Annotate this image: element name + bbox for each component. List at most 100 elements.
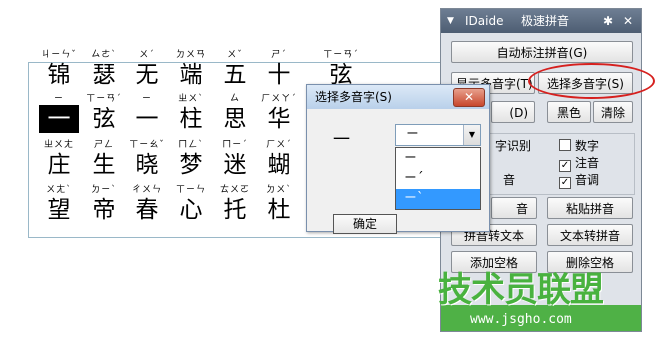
hanzi[interactable]: 梦	[171, 151, 211, 179]
zhuyin-label: ㄇㄧˊ	[222, 140, 248, 150]
zhuyin-label: ㄧ	[53, 94, 64, 104]
dialog-title: 选择多音字(S)	[315, 90, 392, 104]
highlight-circle	[528, 63, 655, 99]
zhuyin-label: ㄇㄥˋ	[178, 140, 204, 150]
triangle-down-icon[interactable]: ▼	[447, 9, 454, 33]
char-cell[interactable]: ㄨˊ 无	[127, 49, 167, 89]
partial-button[interactable]: (D)	[491, 101, 535, 123]
char-cell[interactable]: ㄙㄜˋ 瑟	[84, 49, 124, 89]
ok-button[interactable]: 确定	[333, 214, 397, 234]
palette-titlebar[interactable]: ▼ IDaide 极速拼音 ✱ ✕	[441, 9, 641, 33]
gear-icon[interactable]: ✱	[603, 9, 613, 33]
hanzi[interactable]: 帝	[84, 196, 124, 224]
char-cell[interactable]: ㄊㄨㄛ托	[215, 184, 255, 224]
hanzi[interactable]: 柱	[171, 105, 211, 133]
close-icon[interactable]: ✕	[623, 9, 633, 33]
zhuyin-label: ㄉㄧˋ	[91, 185, 117, 195]
combo-value: ㄧ	[406, 127, 420, 142]
hanzi[interactable]: 弦	[84, 105, 124, 133]
clear-button[interactable]: 清除	[593, 101, 633, 123]
tone-checkbox[interactable]: ✓ 音调	[559, 171, 599, 189]
paste-pinyin-button[interactable]: 粘贴拼音	[547, 197, 633, 219]
hanzi[interactable]: 迷	[215, 151, 255, 179]
chevron-down-icon[interactable]: ▼	[463, 125, 480, 145]
selected-hanzi[interactable]: 一	[39, 105, 79, 133]
hanzi[interactable]: 瑟	[84, 61, 124, 89]
watermark-logo: 技术员联盟	[438, 270, 604, 310]
auto-annotate-button[interactable]: 自动标注拼音(G)	[451, 41, 633, 63]
char-cell[interactable]: ㄏㄨˊ 蝴	[259, 139, 299, 179]
zhuyin-label: ㄐㄧㄣˇ	[41, 50, 77, 60]
hanzi[interactable]: 晓	[127, 151, 167, 179]
zhuyin-label: ㄉㄨㄢ	[175, 50, 206, 60]
pronunciation-option[interactable]: ㄧ	[396, 149, 480, 169]
recognition-label: 字识别	[495, 139, 532, 153]
hanzi[interactable]: 十	[259, 61, 299, 89]
hanzi[interactable]: 庄	[39, 151, 79, 179]
zhuyin-checkbox[interactable]: ✓ 注音	[559, 154, 599, 172]
char-cell[interactable]: ㄧ一	[127, 93, 167, 133]
char-cell[interactable]: ㄉㄨˋ 杜	[259, 184, 299, 224]
char-cell[interactable]: ㄒㄧㄢˊ 弦	[321, 49, 361, 89]
hanzi[interactable]: 心	[171, 196, 211, 224]
hanzi[interactable]: 一	[127, 105, 167, 133]
palette-subtitle: 极速拼音	[521, 14, 570, 28]
zhuyin-label: ㄒㄧㄠˇ	[129, 140, 165, 150]
hanzi[interactable]: 蝴	[259, 151, 299, 179]
select-multi-dialog: 选择多音字(S) ✕ 一 ㄧ ▼ ㄧㄧˊ ㄧˋ 确定	[306, 84, 490, 234]
pronunciation-option[interactable]: ㄧˋ	[396, 189, 480, 209]
zhuyin-label: ㄊㄨㄛ	[219, 185, 250, 195]
digit-checkbox-box[interactable]	[559, 139, 571, 151]
hanzi[interactable]: 华	[259, 105, 299, 133]
char-cell[interactable]: ㄓㄨˋ 柱	[171, 93, 211, 133]
hanzi[interactable]: 望	[39, 196, 79, 224]
char-cell[interactable]: ㄧ一	[39, 93, 79, 133]
close-icon[interactable]: ✕	[453, 88, 485, 107]
char-cell[interactable]: ㄏㄨㄚˊ 华	[259, 93, 299, 133]
char-cell[interactable]: ㄨㄤˋ 望	[39, 184, 79, 224]
char-cell[interactable]: ㄓㄨㄤ庄	[39, 139, 79, 179]
char-cell[interactable]: ㄒㄧㄠˇ 晓	[127, 139, 167, 179]
zhuyin-label: ㄕㄥ	[93, 140, 114, 150]
char-cell[interactable]: ㄒㄧㄢˊ 弦	[84, 93, 124, 133]
hanzi[interactable]: 端	[171, 61, 211, 89]
char-cell[interactable]: ㄐㄧㄣˇ 锦	[39, 49, 79, 89]
hanzi[interactable]: 思	[215, 105, 255, 133]
partial-option-label: 音	[503, 173, 516, 187]
char-cell[interactable]: ㄉㄨㄢ端	[171, 49, 211, 89]
char-cell[interactable]: ㄙ思	[215, 93, 255, 133]
char-cell[interactable]: ㄕˊ 十	[259, 49, 299, 89]
hanzi[interactable]: 春	[127, 196, 167, 224]
dialog-titlebar[interactable]: 选择多音字(S) ✕	[307, 85, 489, 109]
hanzi[interactable]: 五	[215, 61, 255, 89]
zhuyin-label: ㄓㄨˋ	[178, 94, 204, 104]
zhuyin-label: ㄨˊ	[139, 50, 155, 60]
pronunciation-select[interactable]: ㄧ ▼	[395, 124, 481, 146]
hanzi[interactable]: 锦	[39, 61, 79, 89]
hanzi[interactable]: 杜	[259, 196, 299, 224]
char-cell[interactable]: ㄔㄨㄣ春	[127, 184, 167, 224]
char-cell[interactable]: ㄒㄧㄣ心	[171, 184, 211, 224]
char-cell[interactable]: ㄉㄧˋ 帝	[84, 184, 124, 224]
selected-char: 一	[333, 130, 350, 150]
zhuyin-label: ㄏㄨˊ	[266, 140, 292, 150]
black-color-button[interactable]: 黑色	[547, 101, 591, 123]
zhuyin-label: ㄒㄧㄣ	[175, 185, 206, 195]
pronunciation-list[interactable]: ㄧㄧˊ ㄧˋ	[395, 147, 481, 210]
zhuyin-label: ㄙㄜˋ	[91, 50, 117, 60]
pronunciation-option[interactable]: ㄧˊ	[396, 169, 480, 189]
hanzi[interactable]: 托	[215, 196, 255, 224]
check-icon[interactable]: ✓	[559, 177, 571, 189]
hanzi[interactable]: 生	[84, 151, 124, 179]
char-cell[interactable]: ㄇㄥˋ 梦	[171, 139, 211, 179]
char-cell[interactable]: ㄇㄧˊ 迷	[215, 139, 255, 179]
text-to-pinyin-button[interactable]: 文本转拼音	[547, 224, 633, 246]
zhuyin-label: ㄓㄨㄤ	[43, 140, 74, 150]
char-cell[interactable]: ㄕㄥ生	[84, 139, 124, 179]
char-cell[interactable]: ㄨˇ 五	[215, 49, 255, 89]
zhuyin-label: ㄏㄨㄚˊ	[261, 94, 297, 104]
copy-pinyin-button[interactable]: 音	[491, 197, 537, 219]
hanzi[interactable]: 无	[127, 61, 167, 89]
digit-checkbox[interactable]: 数字	[559, 137, 599, 154]
dialog-body: 一 ㄧ ▼ ㄧㄧˊ ㄧˋ 确定	[307, 109, 489, 234]
